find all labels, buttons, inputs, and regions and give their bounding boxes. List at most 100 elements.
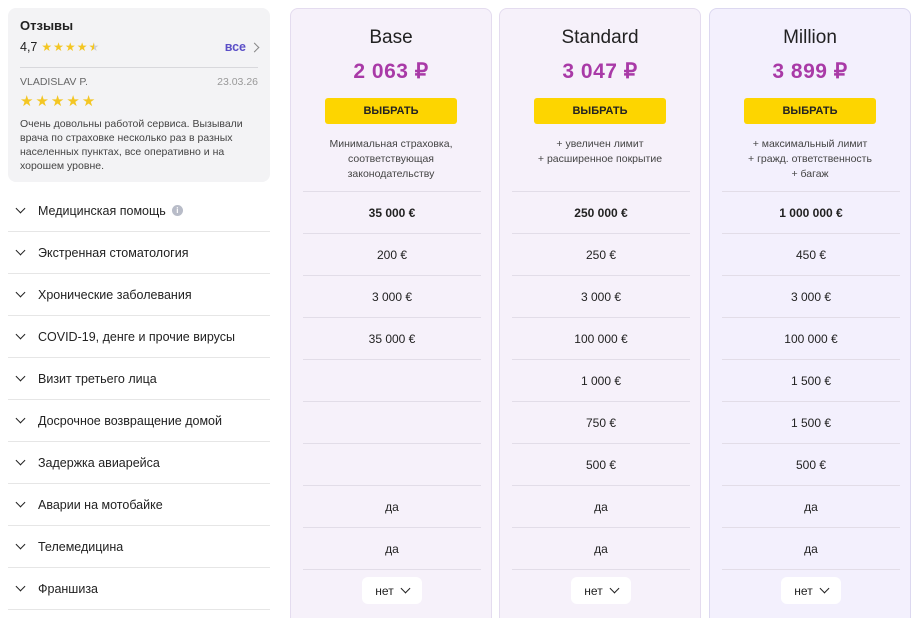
plan-cell-covid: 35 000 €	[303, 317, 481, 359]
review-stars: ★ ★ ★ ★ ★	[20, 94, 258, 109]
feature-row-chronic[interactable]: Хронические заболевания	[8, 274, 270, 316]
plan-cell-franchise: нет	[722, 569, 900, 611]
feature-row-flight-delay[interactable]: Задержка авиарейса	[8, 442, 270, 484]
plan-cell-medical: 250 000 €	[512, 191, 690, 233]
reviews-score: 4,7	[20, 40, 38, 54]
chevron-down-icon	[400, 583, 411, 594]
feature-row-motorbike[interactable]: Аварии на мотобайке	[8, 484, 270, 526]
reviews-all-label: все	[224, 40, 246, 54]
reviews-title: Отзывы	[20, 18, 74, 33]
chevron-right-icon	[249, 42, 260, 52]
chevron-down-icon	[15, 455, 26, 466]
chevron-down-icon	[15, 329, 26, 340]
plan-name: Million	[783, 27, 837, 48]
plan-cell-flight-delay: 500 €	[512, 443, 690, 485]
chevron-down-icon	[15, 371, 26, 382]
review-author: VLADISLAV P.	[20, 76, 88, 88]
franchise-select[interactable]: нет	[781, 577, 841, 604]
franchise-select[interactable]: нет	[571, 577, 631, 604]
franchise-select[interactable]: нет	[362, 577, 422, 604]
plan-cell-telemedicine: да	[303, 527, 481, 569]
divider	[20, 67, 258, 68]
feature-row-telemedicine[interactable]: Телемедицина	[8, 526, 270, 568]
chevron-down-icon	[15, 497, 26, 508]
plan-name: Standard	[561, 27, 639, 48]
feature-label: Телемедицина	[38, 539, 124, 554]
plan-cell-telemedicine: да	[722, 527, 900, 569]
plan-cell-third-party-visit	[303, 359, 481, 401]
franchise-value: нет	[584, 583, 603, 598]
select-plan-button[interactable]: ВЫБРАТЬ	[325, 98, 457, 124]
feature-label: Визит третьего лица	[38, 371, 157, 386]
plan-cell-chronic: 3 000 €	[722, 275, 900, 317]
plan-cell-chronic: 3 000 €	[303, 275, 481, 317]
review-meta: VLADISLAV P. 23.03.26	[20, 76, 258, 88]
plan-cell-motorbike: да	[722, 485, 900, 527]
plan-column-base: Base 2 063 ₽ ВЫБРАТЬ Минимальная страхов…	[290, 8, 492, 618]
star-icon: ★	[53, 40, 64, 54]
plan-price: 2 063 ₽	[353, 60, 429, 83]
plan-cell-dental: 250 €	[512, 233, 690, 275]
franchise-value: нет	[375, 583, 394, 598]
reviews-card: Отзывы 4,7 ★ ★ ★ ★ ★ все VLADISLAV P. 23…	[8, 8, 270, 182]
chevron-down-icon	[15, 203, 26, 214]
review-date: 23.03.26	[217, 76, 258, 88]
chevron-down-icon	[15, 581, 26, 592]
reviews-rating-row: 4,7 ★ ★ ★ ★ ★ все	[20, 40, 260, 54]
plan-description-line: Минимальная страховка,	[329, 138, 453, 150]
info-icon[interactable]: i	[171, 205, 183, 216]
feature-row-early-return[interactable]: Досрочное возвращение домой	[8, 400, 270, 442]
chevron-down-icon	[15, 539, 26, 550]
feature-row-franchise[interactable]: Франшиза	[8, 568, 270, 610]
plan-cell-telemedicine: да	[512, 527, 690, 569]
plan-description: + максимальный лимит + гражд. ответствен…	[718, 137, 902, 182]
feature-label: Досрочное возвращение домой	[38, 413, 222, 428]
star-icon: ★	[35, 93, 49, 110]
plan-cell-chronic: 3 000 €	[512, 275, 690, 317]
feature-label: Аварии на мотобайке	[38, 497, 163, 512]
feature-label: Медицинская помощь	[38, 203, 166, 218]
feature-row-covid[interactable]: COVID-19, денге и прочие вирусы	[8, 316, 270, 358]
feature-row-medical[interactable]: Медицинская помощь i	[8, 190, 270, 232]
chevron-down-icon	[609, 583, 620, 594]
rating-stars: ★ ★ ★ ★ ★	[41, 41, 100, 53]
star-half-icon: ★	[88, 40, 100, 54]
star-icon: ★	[50, 93, 65, 110]
chevron-down-icon	[819, 583, 830, 594]
star-icon: ★	[66, 93, 80, 110]
plan-cell-flight-delay	[303, 443, 481, 485]
franchise-value: нет	[794, 583, 813, 598]
plan-description-line: + увеличен лимит	[556, 138, 644, 150]
reviews-all-link[interactable]: все	[224, 40, 260, 54]
plan-name: Base	[369, 27, 413, 48]
plan-cell-dental: 200 €	[303, 233, 481, 275]
plan-cell-motorbike: да	[303, 485, 481, 527]
plan-cell-early-return: 1 500 €	[722, 401, 900, 443]
feature-row-third-party-visit[interactable]: Визит третьего лица	[8, 358, 270, 400]
plan-description-line: + багаж	[791, 168, 829, 180]
feature-label: COVID-19, денге и прочие вирусы	[38, 329, 236, 344]
plan-price: 3 047 ₽	[562, 60, 638, 83]
plan-cell-franchise: нет	[303, 569, 481, 611]
star-icon: ★	[81, 93, 96, 110]
select-plan-button[interactable]: ВЫБРАТЬ	[534, 98, 666, 124]
plan-cell-medical: 35 000 €	[303, 191, 481, 233]
feature-row-dental[interactable]: Экстренная стоматология	[8, 232, 270, 274]
plan-column-standard: Standard 3 047 ₽ ВЫБРАТЬ + увеличен лими…	[499, 8, 701, 618]
plan-description-line: законодательству	[347, 168, 435, 180]
plan-cell-medical: 1 000 000 €	[722, 191, 900, 233]
plan-cell-third-party-visit: 1 000 €	[512, 359, 690, 401]
plan-cell-covid: 100 000 €	[722, 317, 900, 359]
plan-description: Минимальная страховка, соответствующая з…	[299, 137, 483, 182]
star-icon: ★	[76, 40, 88, 54]
star-icon: ★	[41, 40, 53, 54]
chevron-down-icon	[15, 287, 26, 298]
feature-label: Экстренная стоматология	[38, 245, 189, 260]
plan-cell-franchise: нет	[512, 569, 690, 611]
plan-description-line: + максимальный лимит	[752, 138, 868, 150]
plan-column-million: Million 3 899 ₽ ВЫБРАТЬ + максимальный л…	[709, 8, 911, 618]
star-icon: ★	[20, 93, 34, 110]
plan-cell-covid: 100 000 €	[512, 317, 690, 359]
select-plan-button[interactable]: ВЫБРАТЬ	[744, 98, 876, 124]
plan-cell-early-return	[303, 401, 481, 443]
